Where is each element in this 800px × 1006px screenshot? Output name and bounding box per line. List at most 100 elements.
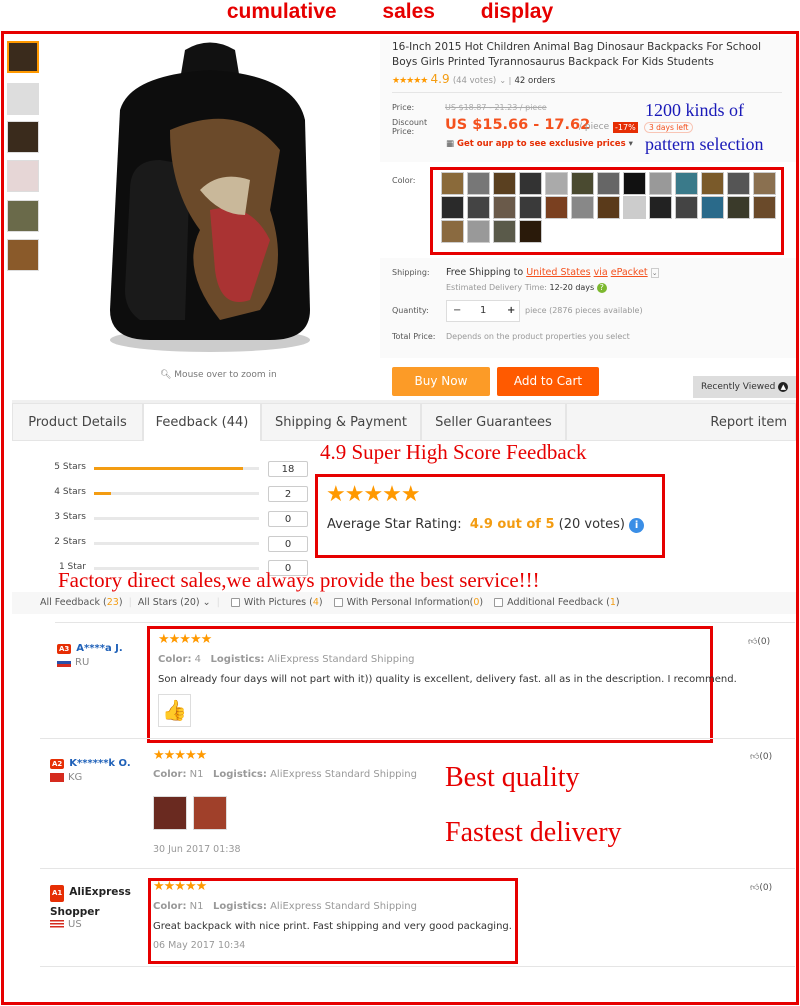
color-swatch[interactable] — [466, 220, 490, 243]
helpful-button[interactable]: 👍︎(0) — [748, 637, 770, 647]
filter-all-feedback[interactable]: All Feedback (23) — [40, 597, 123, 608]
color-swatch[interactable] — [648, 196, 672, 219]
reviewer-name: A1 AliExpress Shopper — [50, 882, 145, 920]
help-icon[interactable]: ? — [596, 283, 607, 293]
helpful-button[interactable]: 👍︎(0) — [750, 883, 772, 893]
color-swatch[interactable] — [440, 172, 464, 195]
increase-button[interactable]: + — [507, 301, 515, 321]
add-to-cart-button[interactable]: Add to Cart — [497, 367, 599, 396]
color-swatch[interactable] — [518, 220, 542, 243]
color-swatch[interactable] — [726, 196, 750, 219]
promo-high-score: 4.9 Super High Score Feedback — [320, 440, 587, 464]
app-promo-link[interactable]: ▦ Get our app to see exclusive prices ▾ — [446, 139, 633, 149]
review-stars: ★★★★★ — [153, 879, 207, 894]
review-photo[interactable] — [193, 796, 227, 830]
quantity-input[interactable]: 1 — [480, 301, 486, 321]
thumbnail[interactable] — [7, 239, 39, 271]
discount-price: US $15.66 - 17.62 — [445, 117, 591, 133]
app-promo-text: Get our app to see exclusive prices — [457, 139, 626, 149]
available-pieces: piece (2876 pieces available) — [525, 306, 643, 315]
color-swatch[interactable] — [466, 172, 490, 195]
promo-delivery: Fastest delivery — [445, 817, 622, 848]
color-swatch[interactable] — [466, 196, 490, 219]
color-swatch[interactable] — [596, 172, 620, 195]
color-swatch[interactable] — [700, 172, 724, 195]
votes-link[interactable]: (44 votes) — [453, 76, 496, 86]
level-badge: A1 — [50, 885, 65, 902]
reviewer-name-link[interactable]: K******k O. — [69, 758, 130, 769]
info-icon[interactable]: i — [629, 518, 645, 533]
tab-product-details[interactable]: Product Details — [12, 403, 143, 441]
review-photo-thumbs-up[interactable]: 👍 — [158, 694, 191, 727]
product-image[interactable] — [70, 40, 345, 360]
thumbnail[interactable] — [7, 41, 39, 73]
color-swatch[interactable] — [570, 172, 594, 195]
thumbs-up-icon: 👍︎ — [750, 883, 760, 893]
color-swatch[interactable] — [674, 196, 698, 219]
discount-price-label: Discount Price: — [392, 118, 428, 136]
color-swatch[interactable] — [622, 196, 646, 219]
review-date: 06 May 2017 10:34 — [153, 940, 246, 951]
filter-all-stars-dropdown[interactable]: All Stars (20) ⌄ — [138, 597, 211, 608]
reviewer-name-link[interactable]: A****a J. — [76, 643, 122, 654]
helpful-button[interactable]: 👍︎(0) — [750, 752, 772, 762]
shipping-country-link[interactable]: United States — [526, 267, 590, 278]
color-swatch[interactable] — [622, 172, 646, 195]
days-left-badge: 3 days left — [644, 122, 694, 133]
color-swatch[interactable] — [492, 220, 516, 243]
average-rating-text: Average Star Rating: 4.9 out of 5 (20 vo… — [327, 517, 645, 533]
color-swatch[interactable] — [596, 196, 620, 219]
report-item-link[interactable]: Report item — [566, 403, 796, 441]
reviewer-name: A2 K******k O. — [50, 751, 131, 770]
promo-patterns-line1: 1200 kinds of — [645, 100, 744, 120]
thumbs-up-icon: 👍︎ — [750, 752, 760, 762]
thumbnail[interactable] — [7, 200, 39, 232]
tab-shipping-payment[interactable]: Shipping & Payment — [261, 403, 421, 441]
average-votes: (20 votes) — [558, 517, 625, 532]
color-swatch[interactable] — [518, 172, 542, 195]
quantity-stepper[interactable]: − 1 + — [446, 300, 520, 322]
color-swatch[interactable] — [544, 196, 568, 219]
color-swatch[interactable] — [752, 172, 776, 195]
additional-feedback-label: Additional Feedback (1) — [507, 597, 620, 608]
shipping-dropdown-icon[interactable]: ⌄ — [650, 268, 659, 278]
color-swatch[interactable] — [440, 220, 464, 243]
delivery-time: Estimated Delivery Time: 12-20 days ? — [446, 283, 607, 293]
divider — [40, 868, 795, 869]
review-text: Son already four days will not part with… — [158, 674, 737, 685]
thumbnail[interactable] — [7, 83, 39, 115]
rating-count: 0 — [268, 511, 308, 527]
average-rating-box: ★★★★★ Average Star Rating: 4.9 out of 5 … — [315, 474, 665, 558]
review-date: 30 Jun 2017 01:38 — [153, 844, 241, 855]
zoom-hint-text: Mouse over to zoom in — [174, 370, 277, 380]
color-swatch[interactable] — [492, 196, 516, 219]
color-swatch[interactable] — [648, 172, 672, 195]
decrease-button[interactable]: − — [453, 301, 461, 321]
with-pictures-checkbox[interactable] — [230, 598, 240, 607]
additional-feedback-checkbox[interactable] — [494, 598, 504, 607]
thumbnail[interactable] — [7, 121, 39, 153]
tab-feedback[interactable]: Feedback (44) — [143, 403, 261, 441]
color-swatches — [435, 172, 779, 244]
buy-now-button[interactable]: Buy Now — [392, 367, 490, 396]
recently-viewed-button[interactable]: Recently Viewed ▲ — [693, 376, 796, 398]
delivery-days: 12-20 days — [549, 283, 595, 292]
color-swatch[interactable] — [492, 172, 516, 195]
rating-bar-fill — [94, 467, 243, 470]
tab-seller-guarantees[interactable]: Seller Guarantees — [421, 403, 566, 441]
review-photo[interactable] — [153, 796, 187, 830]
original-price: US $18.87 - 21.23 / piece — [445, 103, 547, 112]
color-swatch[interactable] — [518, 196, 542, 219]
color-swatch[interactable] — [440, 196, 464, 219]
personal-info-checkbox[interactable] — [333, 598, 343, 607]
thumbnail[interactable] — [7, 160, 39, 192]
color-swatch[interactable] — [700, 196, 724, 219]
divider — [55, 622, 795, 623]
color-swatch[interactable] — [544, 172, 568, 195]
color-swatch[interactable] — [726, 172, 750, 195]
color-swatch[interactable] — [752, 196, 776, 219]
shipping-method-link[interactable]: ePacket — [611, 267, 648, 278]
review-meta: Color: 4 Logistics: AliExpress Standard … — [158, 654, 415, 665]
color-swatch[interactable] — [570, 196, 594, 219]
color-swatch[interactable] — [674, 172, 698, 195]
